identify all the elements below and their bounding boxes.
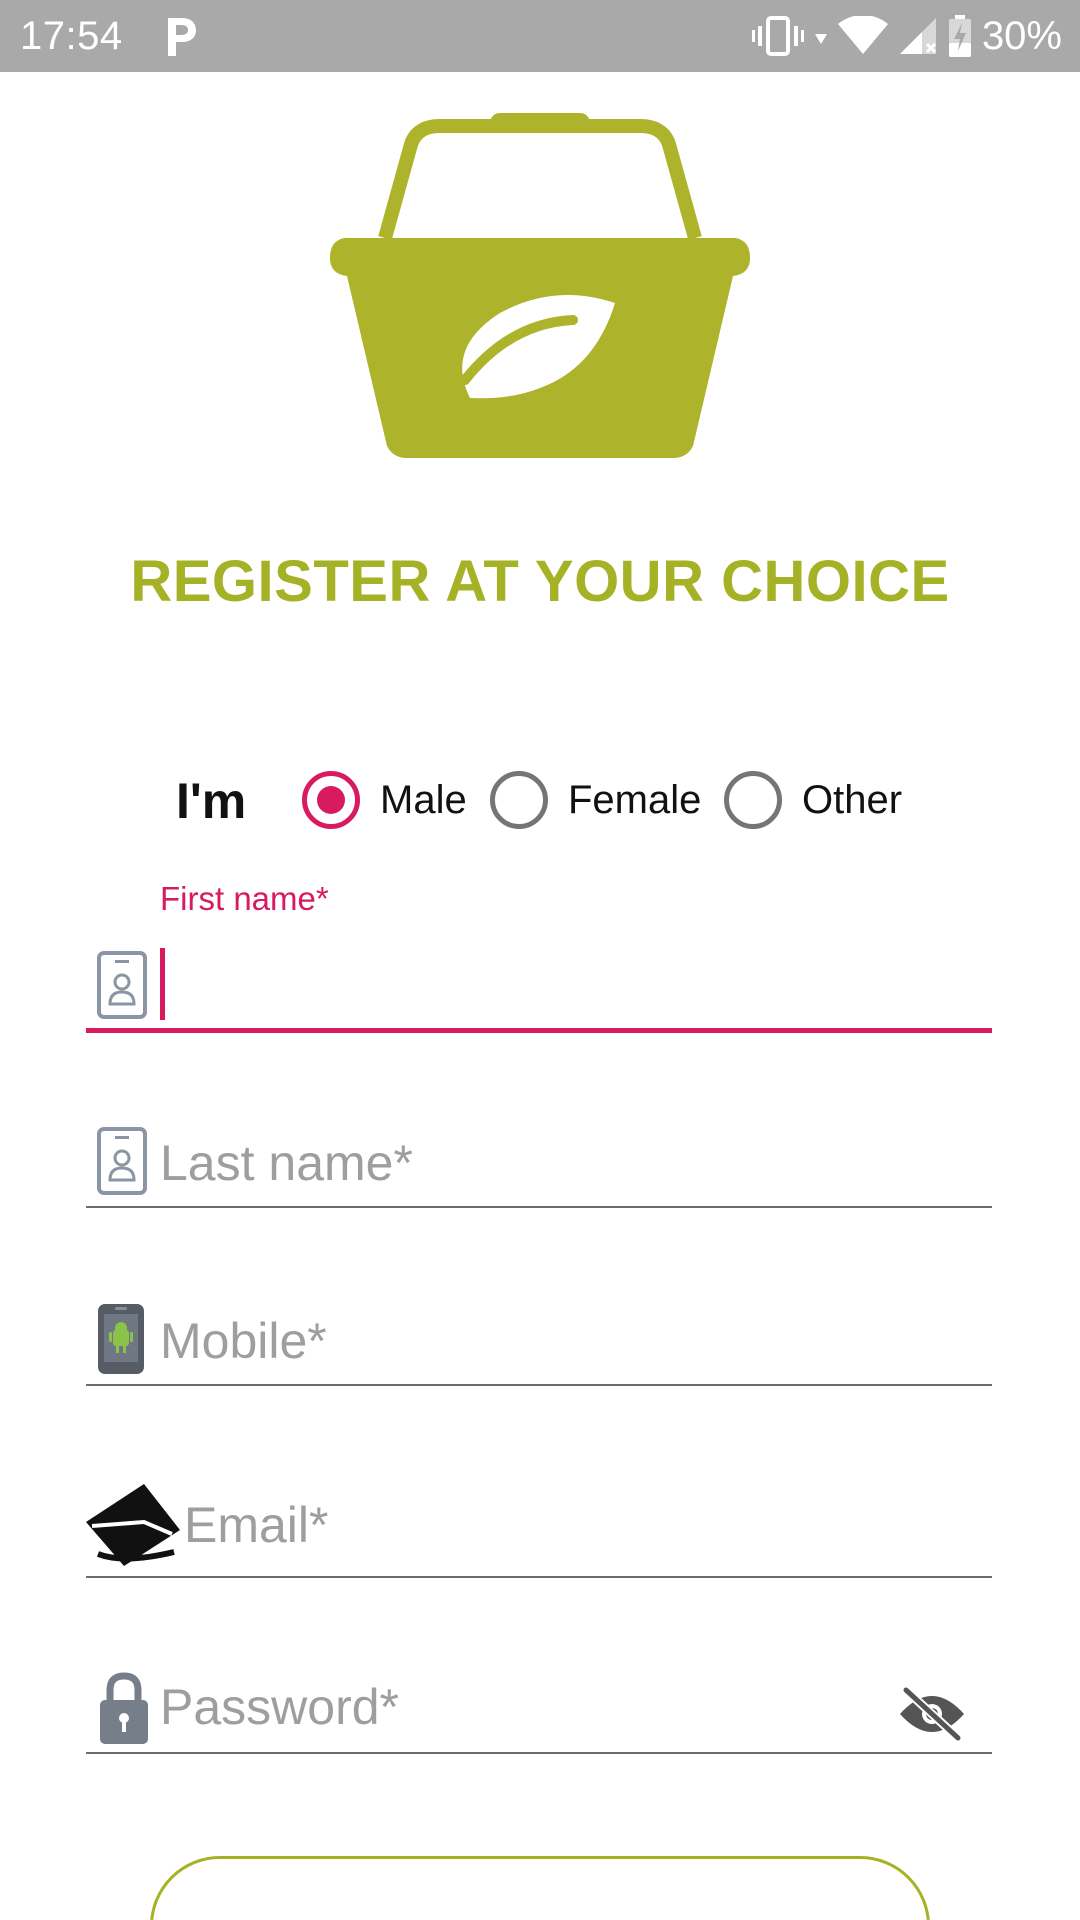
radio-label-other: Other [802,777,903,822]
signal-icon [899,18,936,54]
field-underline [86,1384,992,1386]
password-placeholder: Password* [160,1679,399,1735]
envelope-icon [86,1484,180,1566]
status-bar: 17:54 30% [0,0,1080,72]
radio-female[interactable]: Female [490,766,701,834]
field-underline [86,1028,992,1033]
status-time: 17:54 [20,14,123,58]
radio-button-checked[interactable] [302,771,360,829]
field-underline [86,1576,992,1578]
email-placeholder: Email* [184,1497,329,1553]
vibrate-icon [751,16,804,56]
radio-button-unchecked[interactable] [490,771,548,829]
battery-charging-icon [948,15,971,57]
mobile-placeholder: Mobile* [160,1313,327,1369]
radio-label-female: Female [568,777,702,822]
mobile-android-icon [98,1304,144,1374]
gender-selector: I'm Male Female Other [0,760,1080,840]
shopping-basket-leaf-logo [330,113,750,458]
radio-button-unchecked[interactable] [724,771,782,829]
gender-label: I'm [176,773,247,829]
wifi-icon [837,16,888,54]
id-badge-icon [97,951,147,1019]
last-name-field[interactable]: Last name* [86,1120,992,1212]
parking-icon [168,18,196,56]
eye-off-icon[interactable] [898,1686,966,1742]
field-underline [86,1206,992,1208]
mobile-field[interactable]: Mobile* [86,1298,992,1390]
field-underline [86,1752,992,1754]
radio-other[interactable]: Other [724,766,902,834]
radio-label-male: Male [380,777,467,822]
data-arrow-icon [814,34,827,44]
battery-percent: 30% [981,13,1062,58]
page-title: REGISTER AT YOUR CHOICE [130,549,950,614]
email-field[interactable]: Email* [86,1480,992,1580]
text-cursor [160,948,165,1020]
register-button[interactable] [150,1856,930,1920]
first-name-label: First name* [160,880,329,917]
radio-male[interactable]: Male [302,766,467,834]
first-name-field[interactable]: First name* [86,880,992,1040]
password-field[interactable]: Password* [86,1664,992,1760]
last-name-placeholder: Last name* [160,1135,413,1191]
status-icons: 30% [751,10,1062,62]
id-badge-icon [97,1127,147,1195]
lock-icon [100,1672,148,1744]
